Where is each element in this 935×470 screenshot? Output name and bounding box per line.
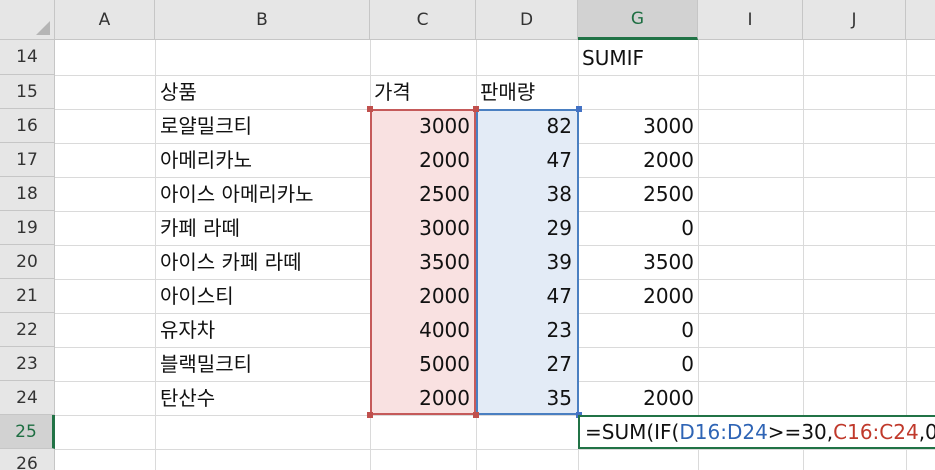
table-row-product[interactable]: 유자차 [160,314,366,347]
formula-part: =SUM(IF( [585,420,680,444]
table-row-result[interactable]: 2000 [580,382,694,415]
gridline [803,40,804,470]
column-header-d[interactable]: D [476,0,578,40]
table-row-product[interactable]: 아이스 아메리카노 [160,178,366,211]
table-row-product[interactable]: 아이스티 [160,280,366,313]
gridline [155,40,156,470]
column-header-i[interactable]: I [698,0,803,40]
table-row-result[interactable]: 0 [580,314,694,347]
row-header-17[interactable]: 17 [0,143,55,177]
cell-b15[interactable]: 상품 [160,76,366,109]
table-row-quantity[interactable]: 35 [478,382,572,415]
table-row-quantity[interactable]: 38 [478,178,572,211]
table-row-price[interactable]: 3500 [372,246,470,279]
column-header-g[interactable]: G [578,0,698,40]
cell-g14[interactable]: SUMIF [582,42,694,75]
table-row-quantity[interactable]: 39 [478,246,572,279]
table-row-product[interactable]: 블랙밀크티 [160,348,366,381]
table-row-product[interactable]: 카페 라떼 [160,212,366,245]
table-row-quantity[interactable]: 23 [478,314,572,347]
cell-d15[interactable]: 판매량 [480,76,576,109]
table-row-product[interactable]: 아메리카노 [160,144,366,177]
spreadsheet-grid: A B C D G I J 14 15 16 17 18 19 20 21 22… [0,0,935,470]
table-row-quantity[interactable]: 47 [478,144,572,177]
table-row-product[interactable]: 탄산수 [160,382,366,415]
formula-part: >=30, [767,420,834,444]
cell-g25-formula-editor[interactable]: =SUM(IF(D16:D24>=30,C16:C24,0)) [578,415,935,449]
row-header-19[interactable]: 19 [0,211,55,245]
table-row-result[interactable]: 2000 [580,280,694,313]
table-row-product[interactable]: 아이스 카페 라떼 [160,246,366,279]
table-row-price[interactable]: 2000 [372,144,470,177]
table-row-quantity[interactable]: 29 [478,212,572,245]
row-header-16[interactable]: 16 [0,109,55,143]
formula-part: ,0)) [918,420,935,444]
table-row-quantity[interactable]: 27 [478,348,572,381]
table-row-price[interactable]: 2000 [372,280,470,313]
column-header-c[interactable]: C [370,0,476,40]
table-row-result[interactable]: 0 [580,348,694,381]
table-row-result[interactable]: 0 [580,212,694,245]
formula-range-ref-price: C16:C24 [833,420,919,444]
row-header-21[interactable]: 21 [0,279,55,313]
row-header-22[interactable]: 22 [0,313,55,347]
table-row-price[interactable]: 2500 [372,178,470,211]
row-header-25[interactable]: 25 [0,415,55,449]
table-row-price[interactable]: 4000 [372,314,470,347]
gridline [698,40,699,470]
table-row-quantity[interactable]: 47 [478,280,572,313]
row-header-15[interactable]: 15 [0,75,55,109]
table-row-price[interactable]: 5000 [372,348,470,381]
table-row-result[interactable]: 2000 [580,144,694,177]
table-row-quantity[interactable]: 82 [478,110,572,143]
table-row-price[interactable]: 3000 [372,212,470,245]
column-header-partial[interactable] [906,0,935,40]
gridline [906,40,907,470]
table-row-result[interactable]: 2500 [580,178,694,211]
table-row-result[interactable]: 3500 [580,246,694,279]
row-header-18[interactable]: 18 [0,177,55,211]
select-all-triangle-icon [36,21,50,35]
row-header-23[interactable]: 23 [0,347,55,381]
table-row-price[interactable]: 3000 [372,110,470,143]
formula-range-ref-quantity: D16:D24 [679,420,768,444]
row-header-24[interactable]: 24 [0,381,55,415]
row-header-14[interactable]: 14 [0,40,55,75]
column-header-j[interactable]: J [803,0,906,40]
column-header-b[interactable]: B [155,0,370,40]
table-row-price[interactable]: 2000 [372,382,470,415]
select-all-corner[interactable] [0,0,55,40]
row-header-26[interactable]: 26 [0,449,55,470]
table-row-result[interactable]: 3000 [580,110,694,143]
table-row-product[interactable]: 로얄밀크티 [160,110,366,143]
row-header-20[interactable]: 20 [0,245,55,279]
column-header-a[interactable]: A [55,0,155,40]
cell-c15[interactable]: 가격 [374,76,472,109]
gridline [55,449,935,450]
